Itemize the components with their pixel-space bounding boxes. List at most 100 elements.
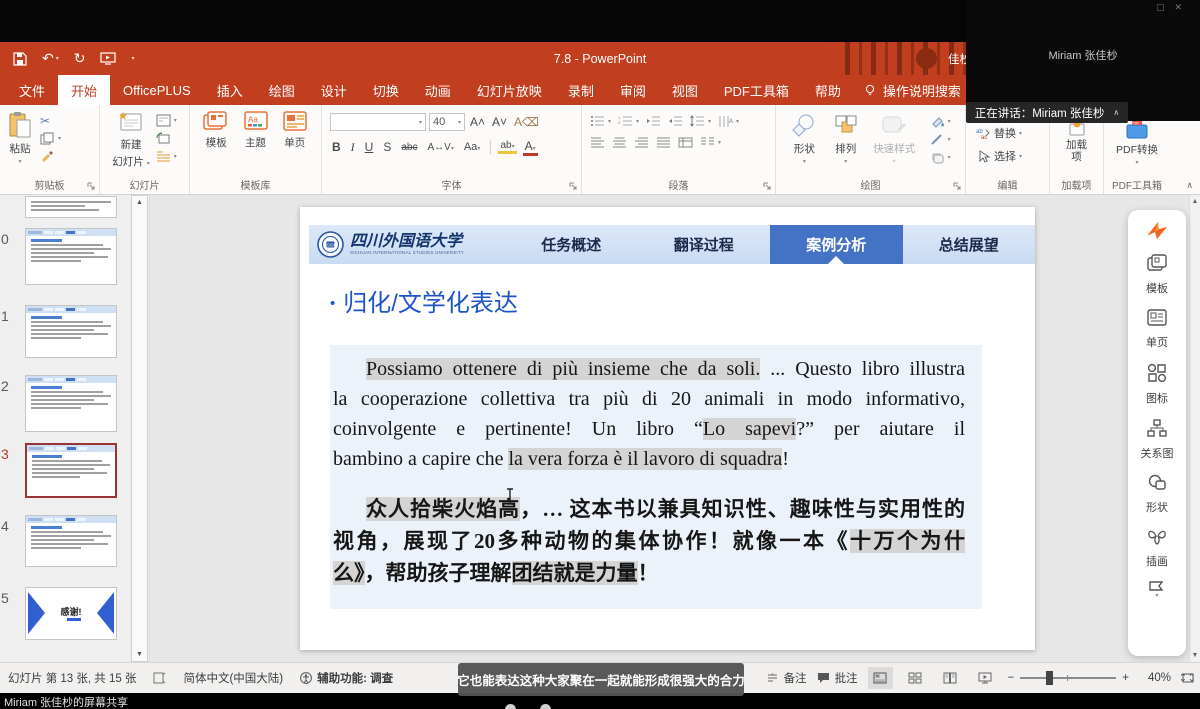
- sidebar-item-icons[interactable]: 图标: [1141, 363, 1174, 406]
- template-library-button-3[interactable]: 单页: [282, 111, 308, 175]
- shape-outline-icon[interactable]: ▾: [930, 133, 951, 146]
- ribbon-tab-12[interactable]: 视图: [659, 75, 711, 105]
- zoom-in-icon[interactable]: +: [1122, 672, 1129, 684]
- format-painter-icon[interactable]: [40, 149, 61, 162]
- language-indicator[interactable]: 简体中文(中国大陆): [183, 670, 283, 686]
- reset-slide-icon[interactable]: [156, 132, 177, 145]
- ribbon-tab-3[interactable]: OfficePLUS: [110, 75, 204, 105]
- paragraph-tool-icon-2-4[interactable]: [656, 136, 671, 149]
- sidebar-more-item[interactable]: ▾: [1148, 580, 1166, 599]
- slide-nav-tab[interactable]: 案例分析: [770, 225, 903, 264]
- slideshow-view-button[interactable]: [973, 667, 998, 689]
- slide-nav-tab[interactable]: 翻译过程: [638, 225, 771, 264]
- new-slide-button[interactable]: 新建 幻灯片 ▾: [112, 111, 149, 175]
- editor-scrollbar[interactable]: ▲ ▼: [1189, 195, 1200, 662]
- sidebar-item-single-page[interactable]: 单页: [1141, 309, 1174, 350]
- speaking-indicator[interactable]: 正在讲话：Miriam 张佳杪∧: [966, 102, 1128, 123]
- tell-me-search[interactable]: 操作说明搜索: [864, 75, 961, 105]
- normal-view-button[interactable]: [868, 667, 893, 689]
- paragraph-tool-icon-2-3[interactable]: [634, 136, 649, 149]
- character-spacing-icon[interactable]: A↔V▾: [425, 142, 455, 153]
- addins-button[interactable]: 加载项: [1065, 139, 1089, 163]
- ribbon-tab-7[interactable]: 切换: [360, 75, 412, 105]
- slide-layout-icon[interactable]: ▾: [156, 114, 177, 127]
- replace-button[interactable]: abac 替换▾: [976, 125, 1049, 141]
- paragraph-tool-icon-1-2[interactable]: 12▾: [618, 115, 639, 128]
- shrink-font-icon[interactable]: A˅: [490, 115, 509, 129]
- arrange-button[interactable]: 排列▾: [833, 113, 859, 175]
- sidebar-item-relation-diagram[interactable]: 关系图: [1141, 419, 1174, 461]
- ribbon-tab-13[interactable]: PDF工具箱: [711, 75, 802, 105]
- sidebar-item-templates[interactable]: 模板: [1141, 254, 1174, 296]
- slide-nav-tab[interactable]: 任务概述: [505, 225, 638, 264]
- notes-button[interactable]: 备注: [766, 670, 807, 686]
- sidebar-item-shapes[interactable]: 形状: [1141, 474, 1174, 515]
- paste-button[interactable]: 粘贴▾: [8, 111, 32, 175]
- drawing-dialog-launcher[interactable]: [953, 182, 962, 191]
- paragraph-tool-icon-1-1[interactable]: ▾: [590, 115, 611, 128]
- italic-icon[interactable]: I: [349, 140, 357, 155]
- template-library-button-1[interactable]: 模板: [203, 111, 229, 175]
- thumbnail-scrollbar[interactable]: ▲ ▼: [131, 195, 148, 662]
- slide-title[interactable]: •归化/文学化表达: [330, 283, 518, 318]
- ribbon-tab-9[interactable]: 幻灯片放映: [464, 75, 555, 105]
- editor-scroll-down-icon[interactable]: ▼: [1190, 652, 1200, 659]
- slide-canvas[interactable]: SISU 四川外国语大学 SICHUAN INTERNATIONAL STUDI…: [300, 207, 1035, 650]
- comments-button[interactable]: 批注: [817, 670, 858, 686]
- scroll-up-icon[interactable]: ▲: [132, 199, 147, 206]
- officeplus-bird-icon[interactable]: [1145, 220, 1169, 242]
- ribbon-tab-10[interactable]: 录制: [555, 75, 607, 105]
- zoom-slider[interactable]: [1020, 677, 1116, 679]
- paragraph-tool-icon-1-5[interactable]: ▾: [690, 115, 711, 128]
- font-dialog-launcher[interactable]: [569, 182, 578, 191]
- editor-scroll-up-icon[interactable]: ▲: [1190, 198, 1200, 205]
- select-button[interactable]: 选择▾: [976, 148, 1049, 164]
- slide-thumbnail-5[interactable]: 感谢!: [25, 587, 117, 640]
- clipboard-dialog-launcher[interactable]: [87, 182, 96, 191]
- shape-fill-icon[interactable]: ▾: [930, 115, 951, 128]
- change-case-icon[interactable]: Aa▾: [462, 141, 482, 153]
- zoom-out-icon[interactable]: −: [1008, 672, 1015, 684]
- pdf-convert-button[interactable]: PDF转换▾: [1116, 142, 1158, 166]
- bold-icon[interactable]: B: [330, 140, 343, 154]
- accessibility-status[interactable]: 辅助功能: 调查: [300, 670, 393, 686]
- ribbon-tab-11[interactable]: 审阅: [607, 75, 659, 105]
- paragraph-tool-icon-2-1[interactable]: [590, 136, 605, 149]
- paragraph-tool-icon-2-5[interactable]: [678, 136, 693, 149]
- ribbon-tab-14[interactable]: 帮助: [802, 75, 854, 105]
- paragraph-tool-icon-1-4[interactable]: [668, 115, 683, 128]
- ribbon-tab-4[interactable]: 插入: [204, 75, 256, 105]
- underline-icon[interactable]: U: [363, 140, 376, 154]
- slide-sorter-view-button[interactable]: [903, 667, 928, 689]
- paragraph-tool-icon-1-3[interactable]: [646, 115, 661, 128]
- reading-view-button[interactable]: [938, 667, 963, 689]
- slide-thumbnail-0[interactable]: [25, 228, 117, 285]
- font-size-select[interactable]: 40▾: [429, 113, 465, 131]
- paragraph-dialog-launcher[interactable]: [763, 182, 772, 191]
- fit-to-window-icon[interactable]: [1181, 672, 1195, 684]
- slide-thumbnail-2[interactable]: [25, 375, 117, 432]
- slide-text-box[interactable]: Possiamo ottenere di più insieme che da …: [330, 345, 982, 609]
- paragraph-tool-icon-2-6[interactable]: ▾: [700, 136, 721, 149]
- font-name-select[interactable]: ▾: [330, 113, 426, 131]
- text-shadow-icon[interactable]: S: [381, 140, 393, 154]
- ribbon-tab-5[interactable]: 绘图: [256, 75, 308, 105]
- account-avatar[interactable]: [916, 48, 937, 69]
- paragraph-tool-icon-1-6[interactable]: A▾: [718, 115, 739, 128]
- highlight-color-icon[interactable]: ab▾: [498, 140, 516, 154]
- copy-icon[interactable]: ▾: [40, 132, 61, 145]
- meeting-control-icon[interactable]: [505, 704, 516, 709]
- collapse-ribbon-icon[interactable]: ∧: [1186, 180, 1193, 191]
- font-color-icon[interactable]: A▾: [523, 139, 538, 156]
- shape-effects-icon[interactable]: ▾: [930, 151, 951, 164]
- zoom-slider-thumb[interactable]: [1046, 671, 1053, 685]
- template-library-button-2[interactable]: Aa主题: [243, 111, 269, 175]
- paragraph-tool-icon-2-2[interactable]: [612, 136, 627, 149]
- strikethrough-icon[interactable]: abc: [399, 142, 419, 153]
- sidebar-item-illustration[interactable]: 插画: [1141, 528, 1174, 569]
- ribbon-tab-1[interactable]: 文件: [6, 75, 58, 105]
- grow-font-icon[interactable]: A˄: [468, 115, 487, 129]
- ribbon-tab-8[interactable]: 动画: [412, 75, 464, 105]
- window-controls[interactable]: ▢✕: [1156, 2, 1192, 13]
- quick-styles-button[interactable]: 快速样式▾: [873, 113, 915, 175]
